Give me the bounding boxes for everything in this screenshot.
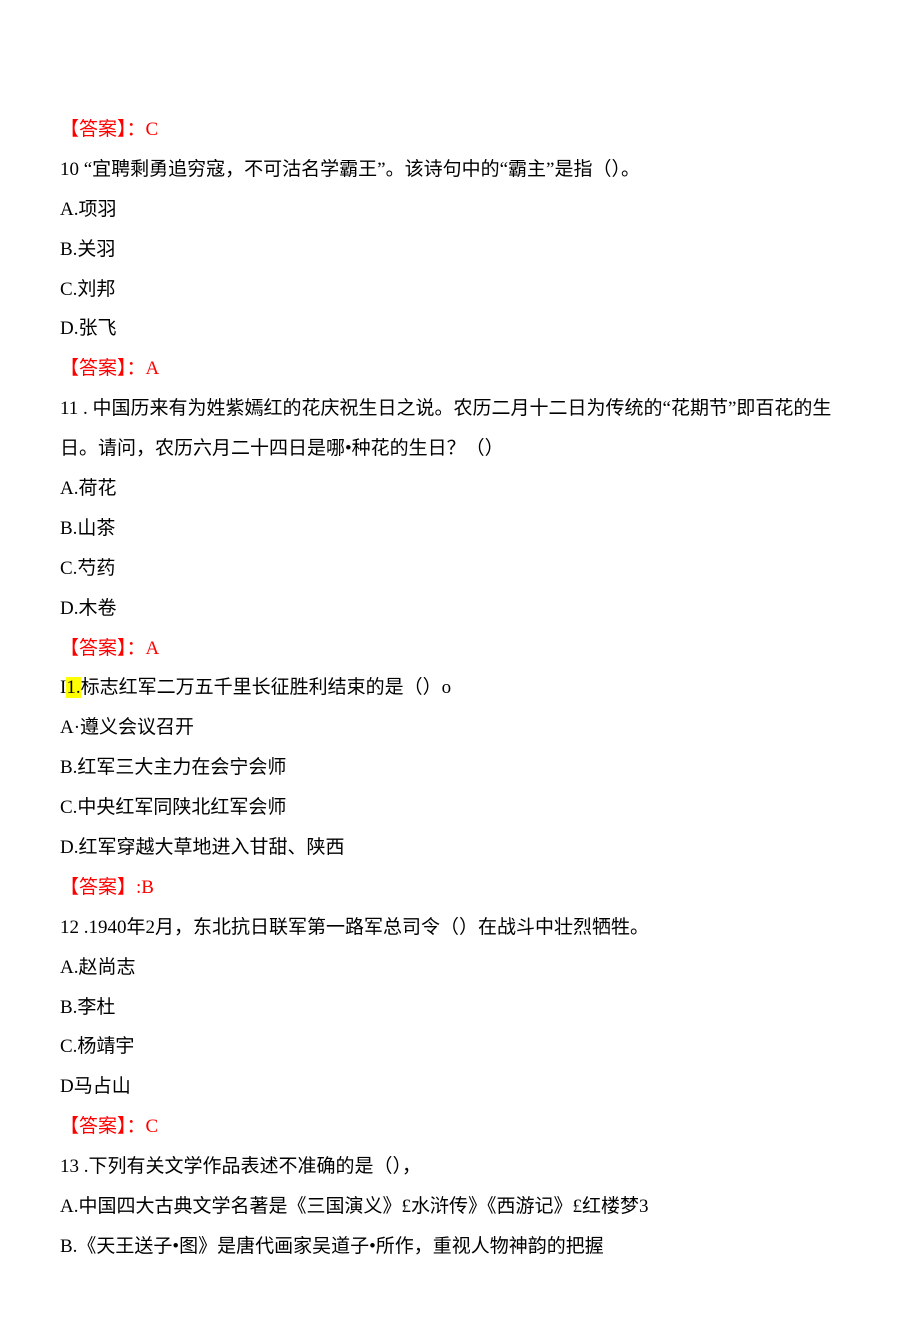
- option: B.《天王送子•图》是唐代画家吴道子•所作，重视人物神韵的把握: [60, 1227, 860, 1267]
- highlight-text: 1.: [66, 677, 80, 698]
- option: D.木卷: [60, 589, 860, 629]
- question-text: 12 .1940年2月，东北抗日联军第一路军总司令（）在战斗中壮烈牺牲。: [60, 908, 860, 948]
- answer-label: 【答案】：A: [60, 349, 860, 389]
- answer-label: 【答案】：C: [60, 1107, 860, 1147]
- option: A.项羽: [60, 190, 860, 230]
- answer-label: 【答案】：A: [60, 629, 860, 669]
- option: A·遵义会议召开: [60, 708, 860, 748]
- option: C.杨靖宇: [60, 1027, 860, 1067]
- option: D马占山: [60, 1067, 860, 1107]
- option: C.刘邦: [60, 270, 860, 310]
- answer-label: 【答案】:B: [60, 868, 860, 908]
- option: A.荷花: [60, 469, 860, 509]
- option: B.山茶: [60, 509, 860, 549]
- option: A.赵尚志: [60, 948, 860, 988]
- option: C.芍药: [60, 549, 860, 589]
- option: A.中国四大古典文学名著是《三国演义》£水浒传》《西游记》£红楼梦3: [60, 1187, 860, 1227]
- question-text: I1.标志红军二万五千里长征胜利结束的是（）o: [60, 668, 860, 708]
- option: C.中央红军同陕北红军会师: [60, 788, 860, 828]
- document-page: 【答案】：C 10 “宜聘剩勇追穷寇，不可沽名学霸王”。该诗句中的“霸主”是指（…: [0, 0, 920, 1327]
- option: D.红军穿越大草地进入甘甜、陕西: [60, 828, 860, 868]
- option: B.关羽: [60, 230, 860, 270]
- question-text: 10 “宜聘剩勇追穷寇，不可沽名学霸王”。该诗句中的“霸主”是指（）。: [60, 150, 860, 190]
- option: B.李杜: [60, 988, 860, 1028]
- answer-label: 【答案】：C: [60, 110, 860, 150]
- option: D.张飞: [60, 309, 860, 349]
- text-suffix: 标志红军二万五千里长征胜利结束的是（）o: [81, 677, 452, 698]
- question-text: 11 . 中国历来有为姓紫嫣红的花庆祝生日之说。农历二月十二日为传统的“花期节”…: [60, 389, 860, 469]
- option: B.红军三大主力在会宁会师: [60, 748, 860, 788]
- question-text: 13 .下列有关文学作品表述不准确的是（），: [60, 1147, 860, 1187]
